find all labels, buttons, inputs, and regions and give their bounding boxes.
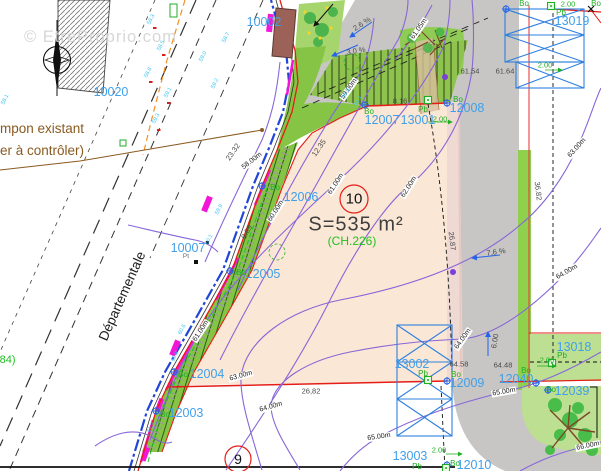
lot10-ch-reference: (CH.226) xyxy=(328,234,377,248)
lot9-number: 9 xyxy=(234,451,242,467)
road-ref-84: (84) xyxy=(0,354,16,366)
lot10-number: 10 xyxy=(346,191,363,208)
cadastral-site-plan: © EtreProprio.com S=535 m² (CH.226) 10 9… xyxy=(0,0,601,471)
note-line1: mpon existant xyxy=(0,121,84,136)
note-line2: er à contrôler) xyxy=(0,143,84,158)
site-plan-drawing xyxy=(0,0,601,471)
watermark: © EtreProprio.com xyxy=(24,28,177,47)
small-building xyxy=(272,8,296,58)
